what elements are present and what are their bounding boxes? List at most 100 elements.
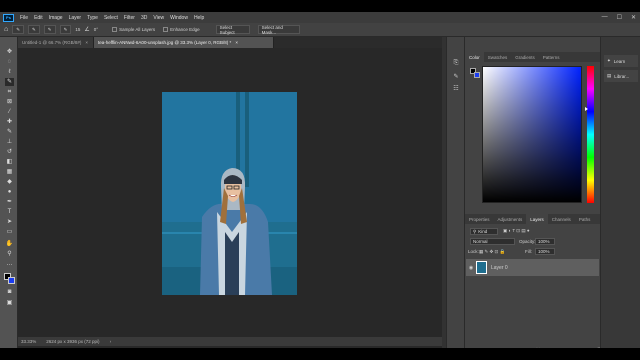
tab-close-icon[interactable]: ×: [235, 40, 238, 45]
menu-select[interactable]: Select: [101, 15, 121, 21]
quick-mask-icon[interactable]: ◙: [5, 288, 14, 296]
hand-tool-icon[interactable]: ✋: [5, 240, 14, 248]
lock-icons[interactable]: ▦ ✎ ✥ ⊡ 🔒: [479, 249, 505, 255]
menu-type[interactable]: Type: [84, 15, 101, 21]
photoshop-logo: Ps: [3, 13, 14, 22]
status-arrow-icon[interactable]: ›: [110, 339, 112, 344]
tab-swatches[interactable]: Swatches: [484, 52, 512, 62]
history-panel-icon[interactable]: ⎘: [452, 59, 460, 67]
more-tools-icon[interactable]: …: [5, 260, 14, 268]
tab-active-photo[interactable]: tea-hefflin-ANNwd-6A00-unsplash.jpg @ 33…: [94, 37, 274, 48]
tab-gradients[interactable]: Gradients: [511, 52, 539, 62]
options-bar: ⌂ ✎ ✎ ✎ ✎ 15 ∠ 0° Sample All Layers Enha…: [0, 23, 640, 37]
enhance-edge-checkbox[interactable]: Enhance Edge: [163, 27, 200, 33]
move-tool-icon[interactable]: ✥: [5, 48, 14, 56]
select-and-mask-button[interactable]: Select and Mask...: [257, 25, 300, 35]
quick-selection-tool-icon[interactable]: ✎: [5, 78, 14, 86]
menu-edit[interactable]: Edit: [31, 15, 46, 21]
subtract-selection-icon: ✎: [63, 26, 68, 32]
tab-untitled-1[interactable]: Untitled-1 @ 66.7% (RGB/8#) ×: [18, 37, 94, 48]
new-selection-mode[interactable]: ✎: [28, 25, 40, 34]
learn-panel-button[interactable]: ✦ Learn: [604, 55, 638, 67]
bg-color-chip[interactable]: [474, 72, 480, 78]
tab-paths[interactable]: Paths: [575, 214, 595, 224]
letterbox-bottom: [0, 348, 640, 360]
tab-channels[interactable]: Channels: [548, 214, 575, 224]
hue-slider[interactable]: [587, 66, 594, 203]
zoom-tool-icon[interactable]: ⚲: [5, 250, 14, 258]
tab-color[interactable]: Color: [465, 52, 484, 62]
home-icon[interactable]: ⌂: [4, 26, 8, 33]
eyedropper-tool-icon[interactable]: ⁄: [5, 108, 14, 116]
screen-mode-icon[interactable]: ▣: [5, 299, 14, 307]
brush-settings-icon[interactable]: ✎: [452, 73, 460, 81]
subtract-from-selection-mode[interactable]: ✎: [59, 25, 72, 34]
menu-3d[interactable]: 3D: [138, 15, 150, 21]
color-panel-tabs: Color Swatches Gradients Patterns: [465, 52, 601, 62]
brush-size-value[interactable]: 15: [75, 27, 80, 32]
background-color-swatch[interactable]: [8, 277, 15, 284]
brush-tool-icon[interactable]: ✎: [5, 128, 14, 136]
tab-properties[interactable]: Properties: [465, 214, 494, 224]
checkbox-box: [163, 27, 169, 33]
adjustments-icon[interactable]: ☷: [452, 85, 460, 93]
menu-image[interactable]: Image: [46, 15, 66, 21]
brush-icon: ✎: [16, 26, 21, 32]
minimize-button[interactable]: —: [602, 14, 608, 21]
menu-window[interactable]: Window: [167, 15, 191, 21]
blur-tool-icon[interactable]: ◆: [5, 178, 14, 186]
tab-layers[interactable]: Layers: [526, 214, 548, 224]
gradient-tool-icon[interactable]: ▦: [5, 168, 14, 176]
layer-row-layer-0[interactable]: ◉ Layer 0: [466, 259, 599, 276]
quick-selection-tool-preset[interactable]: ✎: [12, 25, 25, 34]
window-controls: — ☐ ✕: [602, 14, 636, 21]
pen-tool-icon[interactable]: ✒: [5, 198, 14, 206]
layer-filter-kind-select[interactable]: ⚲ Kind: [470, 228, 498, 235]
color-field[interactable]: [482, 66, 582, 203]
frame-tool-icon[interactable]: ⊠: [5, 98, 14, 106]
marquee-tool-icon[interactable]: ◌: [5, 58, 14, 66]
menu-view[interactable]: View: [150, 15, 167, 21]
checkbox-box: [112, 27, 118, 33]
layer-thumbnail: [476, 261, 487, 274]
layers-panel-tabs: Properties Adjustments Layers Channels P…: [465, 214, 601, 224]
opacity-value: 100%: [538, 239, 550, 244]
menu-file[interactable]: File: [17, 15, 31, 21]
libraries-panel-button[interactable]: ▤ Librar...: [604, 70, 638, 82]
learn-libraries-panel: ✦ Learn ▤ Librar...: [600, 37, 640, 348]
tab-patterns[interactable]: Patterns: [539, 52, 564, 62]
lasso-tool-icon[interactable]: ℓ: [5, 68, 14, 76]
history-brush-tool-icon[interactable]: ↺: [5, 148, 14, 156]
dodge-tool-icon[interactable]: ●: [5, 188, 14, 196]
path-selection-tool-icon[interactable]: ➤: [5, 218, 14, 226]
close-window-button[interactable]: ✕: [631, 14, 636, 21]
hue-slider-marker[interactable]: [585, 107, 588, 111]
opacity-field[interactable]: 100%: [535, 238, 555, 245]
fill-value: 100%: [538, 249, 550, 254]
fill-field[interactable]: 100%: [535, 248, 555, 255]
tab-adjustments[interactable]: Adjustments: [494, 214, 527, 224]
eraser-tool-icon[interactable]: ◧: [5, 158, 14, 166]
blend-mode-select[interactable]: Normal: [470, 238, 515, 245]
visibility-eye-icon[interactable]: ◉: [466, 265, 476, 271]
rectangle-tool-icon[interactable]: ▭: [5, 228, 14, 236]
layer-name[interactable]: Layer 0: [491, 265, 508, 271]
maximize-button[interactable]: ☐: [617, 14, 622, 21]
crop-tool-icon[interactable]: ⌗: [5, 88, 14, 96]
menu-filter[interactable]: Filter: [121, 15, 138, 21]
type-tool-icon[interactable]: T: [5, 208, 14, 216]
select-subject-button[interactable]: Select Subject: [215, 25, 250, 35]
filter-icons[interactable]: ▣ ◐ T ⊡ ▤ ●: [503, 228, 530, 234]
document-canvas-photo[interactable]: [162, 92, 297, 295]
clone-stamp-tool-icon[interactable]: ⊥: [5, 138, 14, 146]
healing-brush-tool-icon[interactable]: ✚: [5, 118, 14, 126]
kind-label: Kind: [478, 229, 488, 234]
sample-all-layers-checkbox[interactable]: Sample All Layers: [112, 27, 155, 33]
menu-help[interactable]: Help: [191, 15, 207, 21]
add-to-selection-mode[interactable]: ✎: [43, 25, 56, 34]
angle-value[interactable]: 0°: [94, 27, 98, 32]
zoom-level[interactable]: 33.33%: [21, 339, 36, 344]
menu-layer[interactable]: Layer: [66, 15, 85, 21]
tab-close-icon[interactable]: ×: [85, 40, 88, 45]
right-panel-dock: Color Swatches Gradients Patterns Proper…: [464, 37, 601, 348]
